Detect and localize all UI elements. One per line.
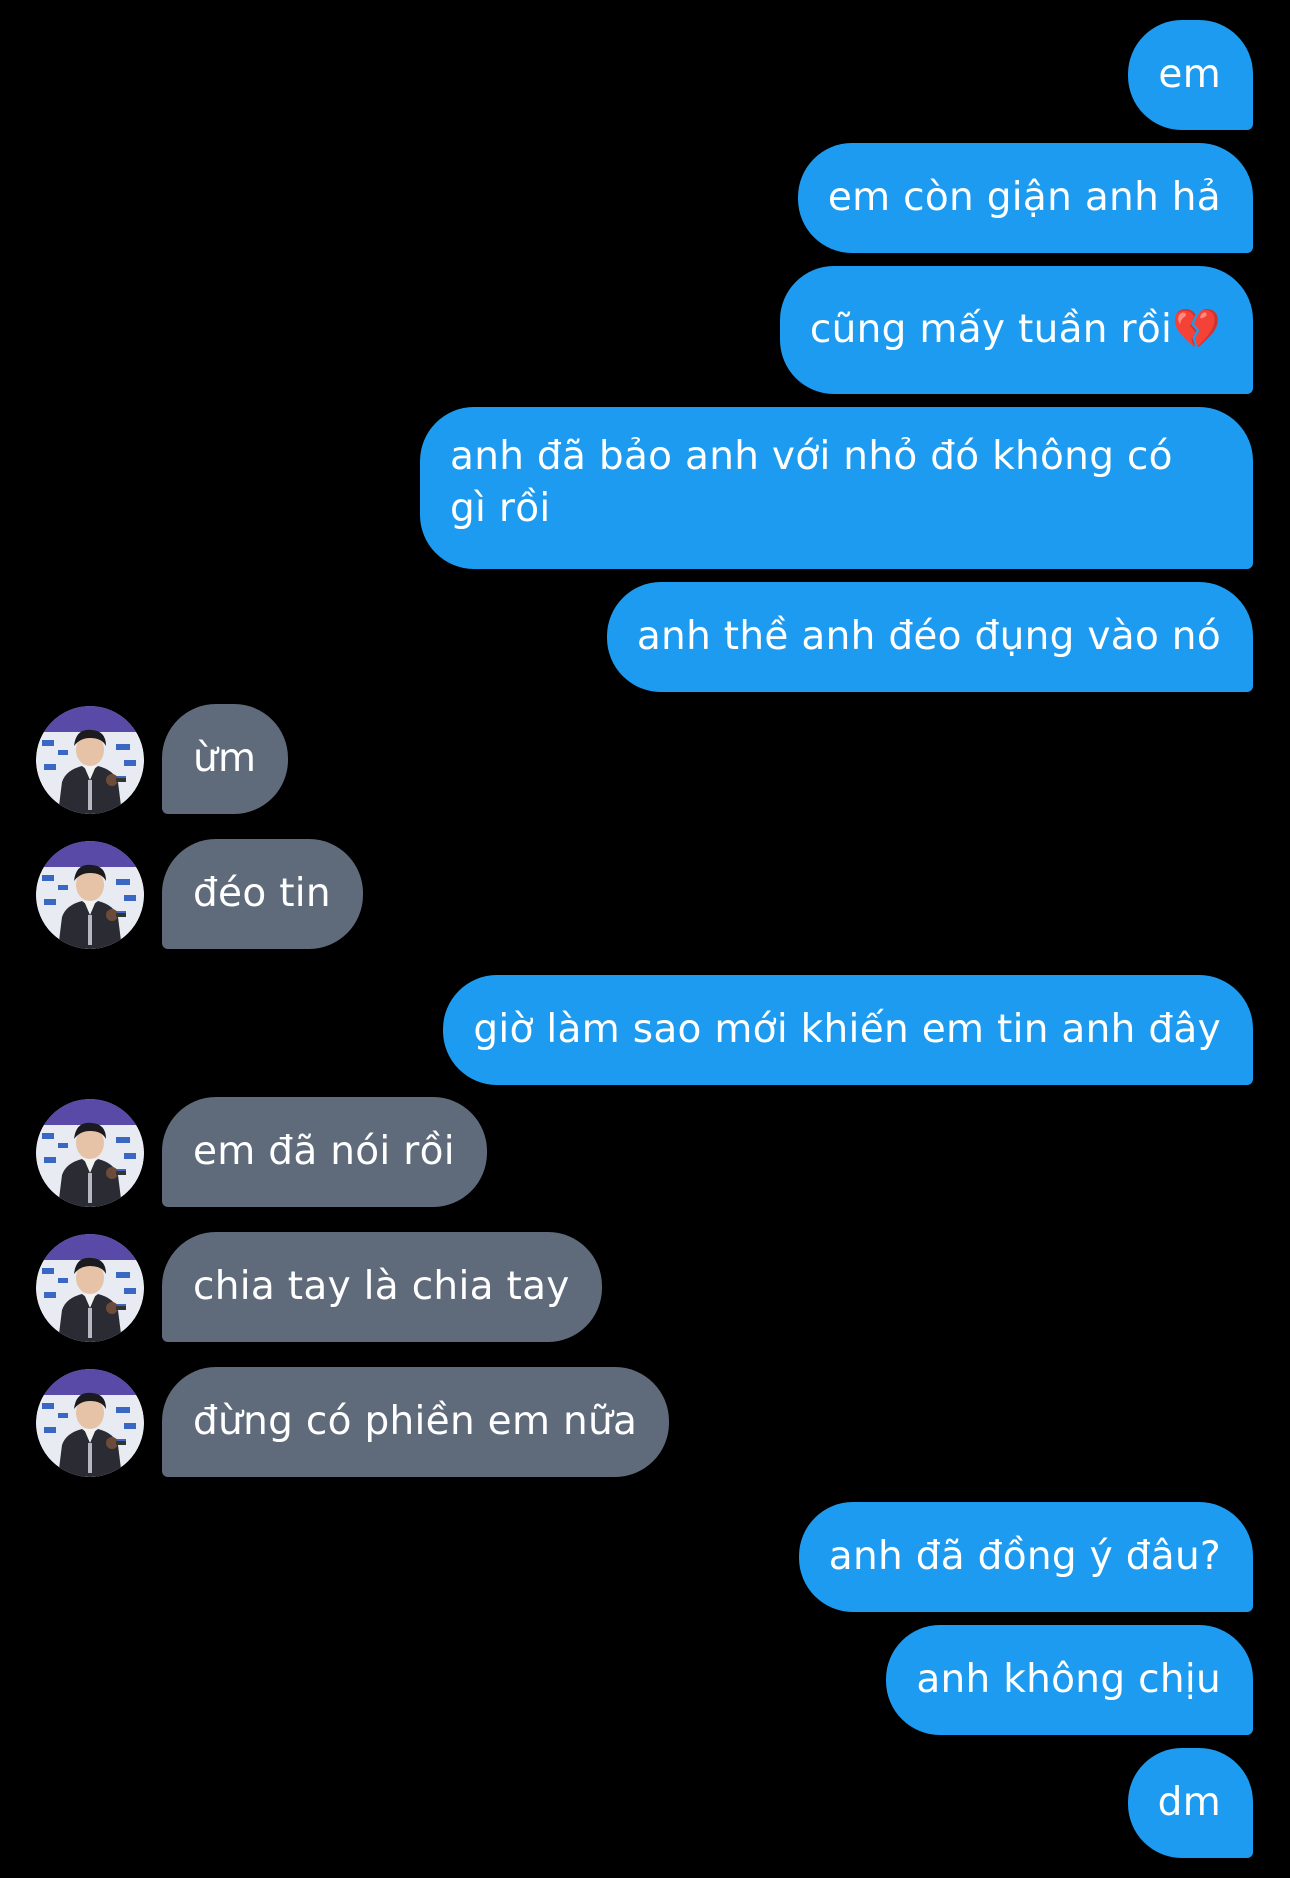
contact-avatar[interactable] <box>36 841 144 949</box>
message-bubble-received[interactable]: em đã nói rồi <box>162 1097 487 1207</box>
message-bubble-sent[interactable]: em <box>1128 20 1253 130</box>
user-avatar-icon <box>36 1234 144 1342</box>
message-bubble-received[interactable]: chia tay là chia tay <box>162 1232 602 1342</box>
user-avatar-icon <box>36 1099 144 1207</box>
message-bubble-received[interactable]: đừng có phiền em nữa <box>162 1367 670 1477</box>
message-bubble-sent[interactable]: cũng mấy tuần rồi💔 <box>779 266 1253 394</box>
contact-avatar[interactable] <box>36 1234 144 1342</box>
message-bubble-sent[interactable]: anh không chịu <box>886 1625 1253 1735</box>
contact-avatar[interactable] <box>36 1099 144 1207</box>
message-bubble-sent[interactable]: anh đã bảo anh với nhỏ đó không có gì rồ… <box>420 407 1253 569</box>
user-avatar-icon <box>36 706 144 814</box>
message-bubble-sent[interactable]: anh thề anh đéo đụng vào nó <box>606 582 1253 692</box>
user-avatar-icon <box>36 841 144 949</box>
contact-avatar[interactable] <box>36 706 144 814</box>
message-bubble-sent[interactable]: giờ làm sao mới khiến em tin anh đây <box>443 975 1253 1085</box>
contact-avatar[interactable] <box>36 1369 144 1477</box>
message-bubble-sent[interactable]: em còn giận anh hả <box>797 143 1253 253</box>
message-bubble-sent[interactable]: dm <box>1127 1748 1253 1858</box>
message-bubble-received[interactable]: ừm <box>162 704 289 814</box>
message-bubble-received[interactable]: đéo tin <box>162 839 363 949</box>
user-avatar-icon <box>36 1369 144 1477</box>
message-bubble-sent[interactable]: anh đã đồng ý đâu? <box>798 1502 1253 1612</box>
